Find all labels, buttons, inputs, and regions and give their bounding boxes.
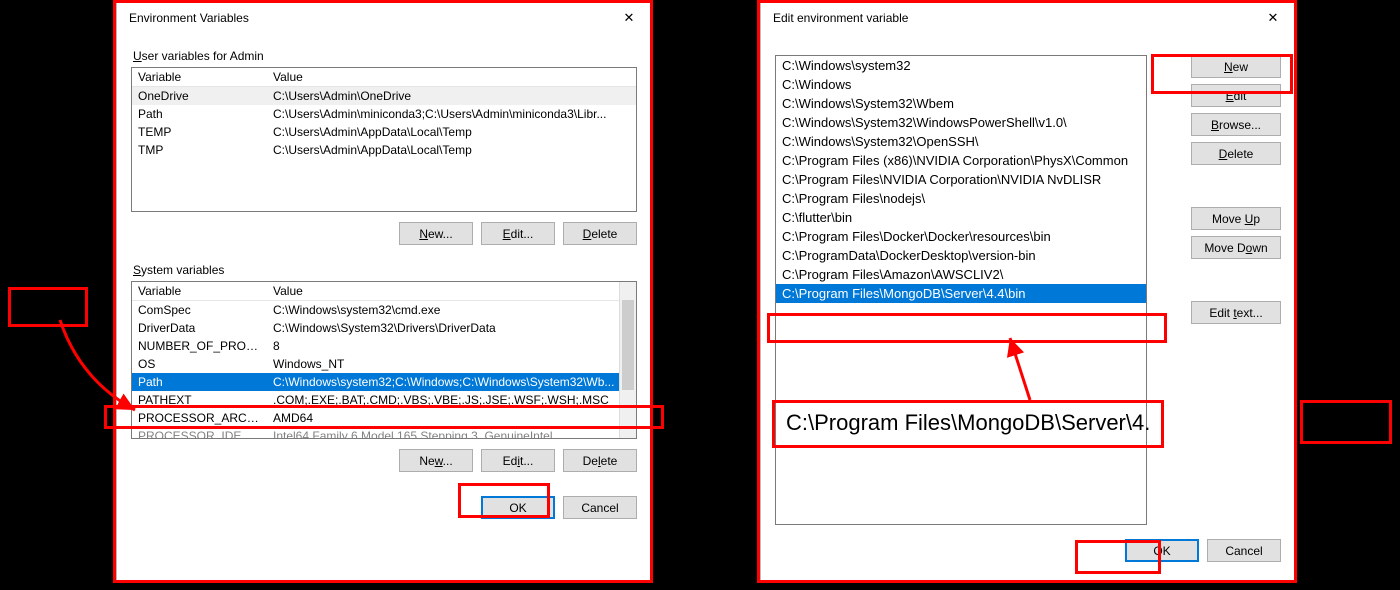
table-row[interactable]: ComSpec C:\Windows\system32\cmd.exe (132, 301, 636, 319)
titlebar: Edit environment variable ✕ (761, 3, 1295, 33)
list-item[interactable]: C:\Windows\system32 (776, 56, 1146, 75)
dialog-title: Edit environment variable (773, 11, 908, 25)
edit-text-button[interactable]: Edit text... (1191, 301, 1281, 324)
system-variables-listbox[interactable]: Variable Value ComSpec C:\Windows\system… (131, 281, 637, 439)
user-new-button[interactable]: New... (399, 222, 473, 245)
annotation-text: C:\Program Files\MongoDB\Server\4. (786, 410, 1150, 436)
list-item[interactable]: C:\Program Files\nodejs\ (776, 189, 1146, 208)
list-item[interactable]: C:\Program Files\Docker\Docker\resources… (776, 227, 1146, 246)
list-item[interactable]: C:\Program Files\NVIDIA Corporation\NVID… (776, 170, 1146, 189)
table-row[interactable]: PROCESSOR_IDENTIFIER Intel64 Family 6 Mo… (132, 427, 636, 439)
list-item[interactable]: C:\flutter\bin (776, 208, 1146, 227)
list-item[interactable]: C:\Windows\System32\OpenSSH\ (776, 132, 1146, 151)
annotation-marker (1300, 400, 1392, 444)
move-up-button[interactable]: Move Up (1191, 207, 1281, 230)
column-header-variable[interactable]: Variable (132, 282, 267, 300)
table-row[interactable]: Path C:\Users\Admin\miniconda3;C:\Users\… (132, 105, 636, 123)
user-edit-button[interactable]: Edit... (481, 222, 555, 245)
table-row[interactable]: NUMBER_OF_PROCESSORS 8 (132, 337, 636, 355)
column-header-value[interactable]: Value (267, 68, 636, 86)
list-item[interactable]: C:\Program Files (x86)\NVIDIA Corporatio… (776, 151, 1146, 170)
system-edit-button[interactable]: Edit... (481, 449, 555, 472)
table-row[interactable]: TEMP C:\Users\Admin\AppData\Local\Temp (132, 123, 636, 141)
system-delete-button[interactable]: Delete (563, 449, 637, 472)
delete-button[interactable]: Delete (1191, 142, 1281, 165)
close-button[interactable]: ✕ (607, 3, 651, 33)
table-row[interactable]: PROCESSOR_ARCHITECTU... AMD64 (132, 409, 636, 427)
table-row[interactable]: OneDrive C:\Users\Admin\OneDrive (132, 87, 636, 105)
move-down-button[interactable]: Move Down (1191, 236, 1281, 259)
ok-button[interactable]: OK (1125, 539, 1199, 562)
user-delete-button[interactable]: Delete (563, 222, 637, 245)
column-header-variable[interactable]: Variable (132, 68, 267, 86)
list-item[interactable]: C:\ProgramData\DockerDesktop\version-bin (776, 246, 1146, 265)
environment-variables-dialog: Environment Variables ✕ User variables f… (116, 2, 652, 582)
annotation-marker (8, 287, 88, 327)
table-row[interactable]: OS Windows_NT (132, 355, 636, 373)
system-new-button[interactable]: New... (399, 449, 473, 472)
new-button[interactable]: New (1191, 55, 1281, 78)
list-item[interactable]: C:\Windows (776, 75, 1146, 94)
browse-button[interactable]: Browse... (1191, 113, 1281, 136)
user-variables-listbox[interactable]: Variable Value OneDrive C:\Users\Admin\O… (131, 67, 637, 212)
scrollbar[interactable] (619, 282, 636, 438)
table-row[interactable]: DriverData C:\Windows\System32\Drivers\D… (132, 319, 636, 337)
cancel-button[interactable]: Cancel (1207, 539, 1281, 562)
edit-environment-variable-dialog: Edit environment variable ✕ C:\Windows\s… (760, 2, 1296, 582)
list-item[interactable]: C:\Windows\System32\WindowsPowerShell\v1… (776, 113, 1146, 132)
list-item[interactable]: C:\Program Files\MongoDB\Server\4.4\bin (776, 284, 1146, 303)
table-row[interactable]: TMP C:\Users\Admin\AppData\Local\Temp (132, 141, 636, 159)
cancel-button[interactable]: Cancel (563, 496, 637, 519)
close-button[interactable]: ✕ (1251, 3, 1295, 33)
titlebar: Environment Variables ✕ (117, 3, 651, 33)
scrollbar-thumb[interactable] (622, 300, 634, 390)
table-row[interactable]: PATHEXT .COM;.EXE;.BAT;.CMD;.VBS;.VBE;.J… (132, 391, 636, 409)
edit-button[interactable]: Edit (1191, 84, 1281, 107)
system-variables-label: System variables (133, 263, 637, 277)
table-row[interactable]: Path C:\Windows\system32;C:\Windows;C:\W… (132, 373, 636, 391)
column-header-value[interactable]: Value (267, 282, 636, 300)
user-variables-label: User variables for Admin (133, 49, 637, 63)
dialog-title: Environment Variables (129, 11, 249, 25)
list-item[interactable]: C:\Windows\System32\Wbem (776, 94, 1146, 113)
path-listbox[interactable]: C:\Windows\system32 C:\Windows C:\Window… (775, 55, 1147, 525)
ok-button[interactable]: OK (481, 496, 555, 519)
list-item[interactable]: C:\Program Files\Amazon\AWSCLIV2\ (776, 265, 1146, 284)
